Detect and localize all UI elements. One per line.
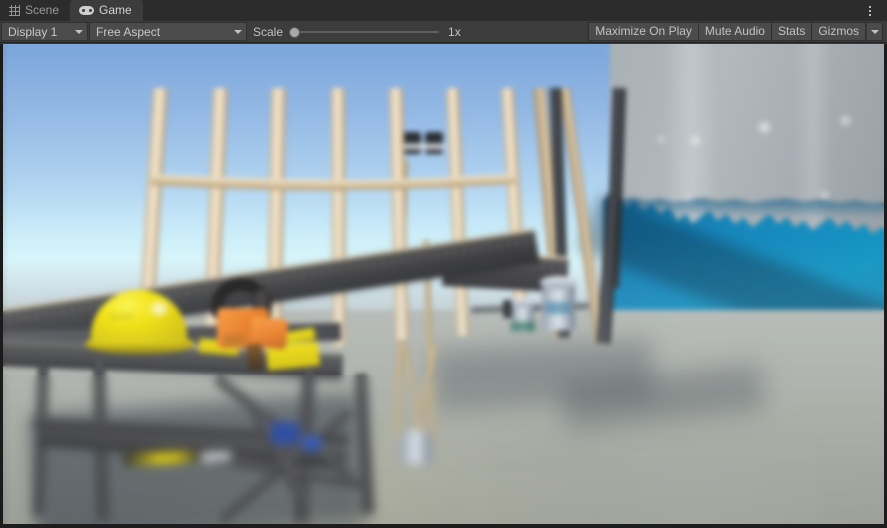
display-dropdown-value: Display 1 <box>8 24 58 39</box>
chevron-down-icon <box>75 29 83 34</box>
scaffold-clamp <box>403 132 421 154</box>
game-view-toolbar: Display 1 Free Aspect Scale 1x Maximize … <box>0 21 887 43</box>
tab-game[interactable]: Game <box>70 0 143 21</box>
chevron-down-icon <box>234 29 242 34</box>
kebab-dot <box>869 5 871 8</box>
hard-hat-dome <box>91 290 187 346</box>
gizmos-button[interactable]: Gizmos <box>812 22 866 41</box>
gizmos-label: Gizmos <box>818 24 859 38</box>
kebab-menu-icon[interactable] <box>859 0 881 21</box>
grid-icon <box>9 5 20 16</box>
aspect-ratio-dropdown[interactable]: Free Aspect <box>89 22 247 41</box>
wood-stud <box>331 87 347 347</box>
viewport-left-border <box>0 44 3 528</box>
blue-tool <box>303 436 321 450</box>
game-view-render-area[interactable]: Sentry <box>0 44 887 528</box>
paint-can-lid <box>511 298 535 307</box>
wall-speck <box>759 122 770 133</box>
wall-speck <box>841 116 850 125</box>
floor-seam <box>621 440 825 525</box>
kebab-dot <box>869 13 871 16</box>
game-viewport[interactable]: Sentry <box>3 44 884 525</box>
wall-speck <box>821 192 828 199</box>
unity-game-window: Scene Game Display 1 Free Aspect Scale 1… <box>0 0 887 528</box>
scale-slider-thumb[interactable] <box>289 26 301 38</box>
panel-tab-strip: Scene Game <box>0 0 887 21</box>
maximize-on-play-button[interactable]: Maximize On Play <box>588 22 699 41</box>
paint-can-label <box>546 302 570 314</box>
viewport-bottom-border <box>0 524 887 528</box>
chevron-down-icon <box>870 29 879 34</box>
nail-gun-nose <box>245 343 265 371</box>
hard-hat-highlight <box>151 302 167 315</box>
toolbar-right-group: Maximize On Play Mute Audio Stats Gizmos <box>588 22 883 41</box>
hard-hat-brand-text: Sentry <box>108 311 135 322</box>
paint-spill <box>511 322 535 331</box>
scale-value-label: 1x <box>448 24 461 39</box>
kebab-dot <box>869 9 871 12</box>
tool-metal <box>200 451 232 462</box>
scaffold-light-strip <box>401 144 445 149</box>
scale-slider-track <box>293 30 440 33</box>
tab-scene[interactable]: Scene <box>0 0 71 21</box>
tab-game-label: Game <box>99 3 132 17</box>
nail-gun-trigger <box>223 334 245 348</box>
mute-audio-label: Mute Audio <box>704 24 765 38</box>
yellow-hard-hat: Sentry <box>85 290 195 354</box>
stats-button[interactable]: Stats <box>771 22 813 41</box>
blue-tool <box>271 422 299 444</box>
orange-nail-gun <box>199 274 311 382</box>
scale-control-group: Scale 1x <box>253 21 470 43</box>
scale-label: Scale <box>253 24 284 39</box>
paint-bucket-small-bg <box>401 430 431 464</box>
scale-slider[interactable] <box>289 25 440 39</box>
mute-audio-button[interactable]: Mute Audio <box>698 22 772 41</box>
tab-scene-label: Scene <box>25 3 60 17</box>
floor-seam <box>459 458 637 525</box>
wall-speck <box>691 136 700 145</box>
aspect-ratio-value: Free Aspect <box>96 24 161 39</box>
wall-speck <box>658 136 664 142</box>
gamepad-icon <box>79 6 95 15</box>
stats-label: Stats <box>777 24 806 38</box>
display-dropdown[interactable]: Display 1 <box>1 22 88 41</box>
scaffold-clamp <box>425 132 443 154</box>
maximize-on-play-label: Maximize On Play <box>595 24 692 38</box>
paint-can-lid <box>540 276 577 289</box>
gizmos-dropdown-button[interactable] <box>866 22 883 41</box>
